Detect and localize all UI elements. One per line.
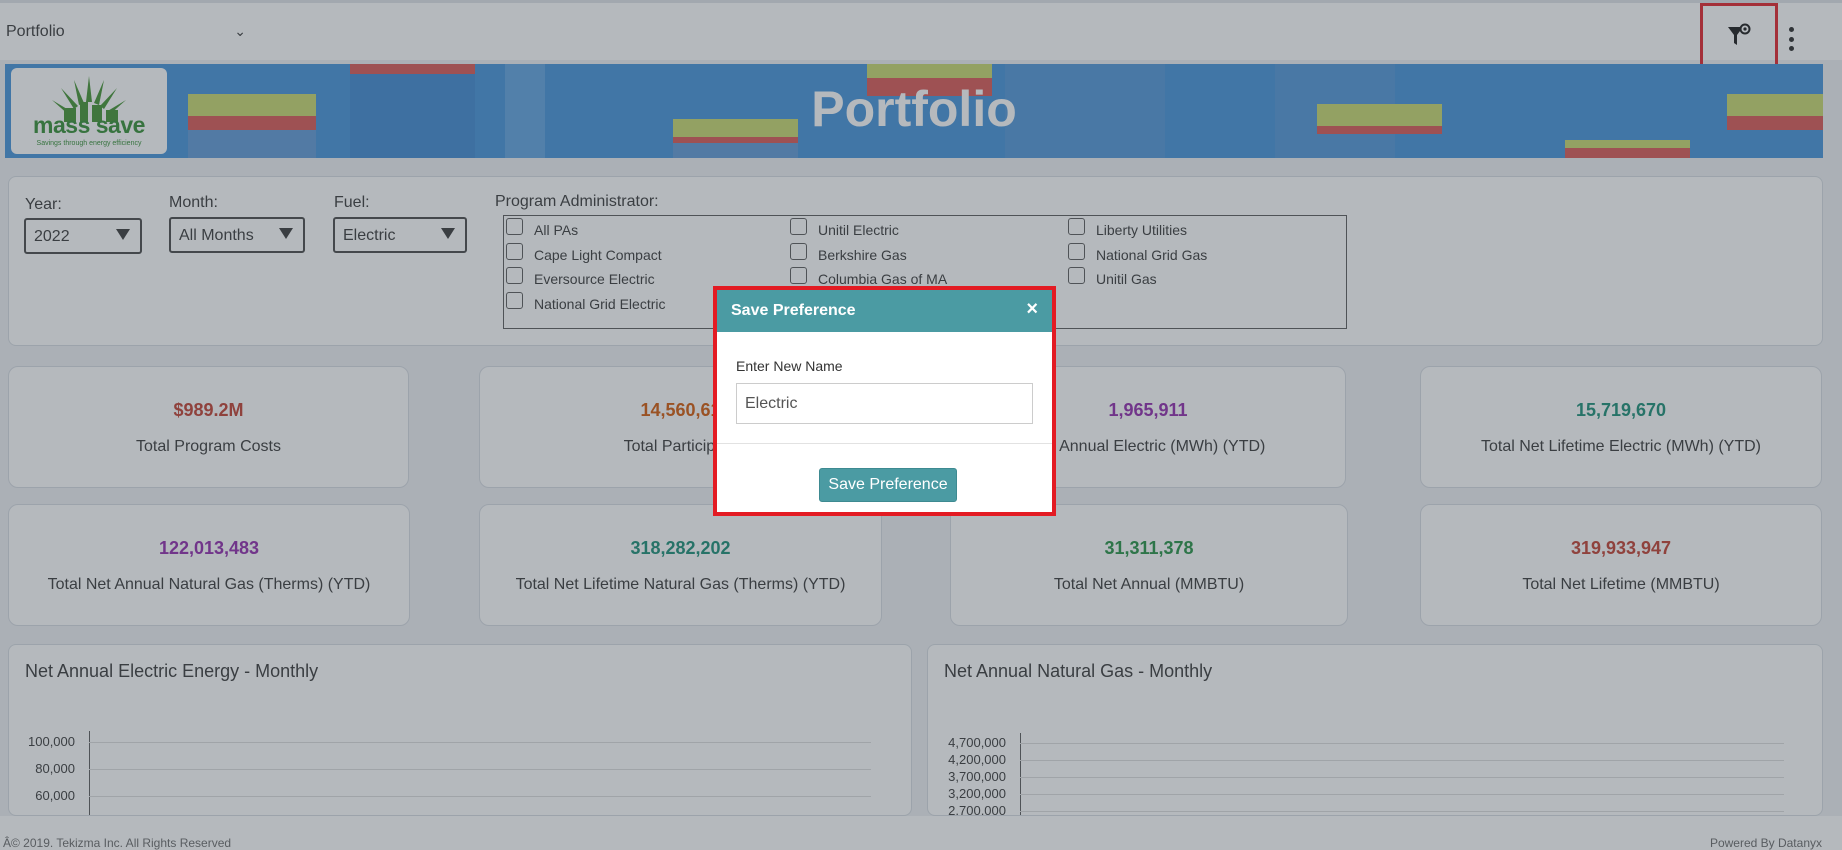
dialog-title: Save Preference	[731, 302, 856, 319]
dialog-body: Enter New Name Electric	[717, 332, 1052, 444]
save-preference-dialog: Save Preference × Enter New Name Electri…	[713, 286, 1056, 516]
name-field-label: Enter New Name	[736, 358, 843, 374]
close-icon[interactable]: ×	[1026, 299, 1038, 319]
dialog-header: Save Preference ×	[717, 290, 1052, 332]
save-preference-button[interactable]: Save Preference	[819, 468, 957, 502]
preference-name-input[interactable]: Electric	[736, 383, 1033, 424]
